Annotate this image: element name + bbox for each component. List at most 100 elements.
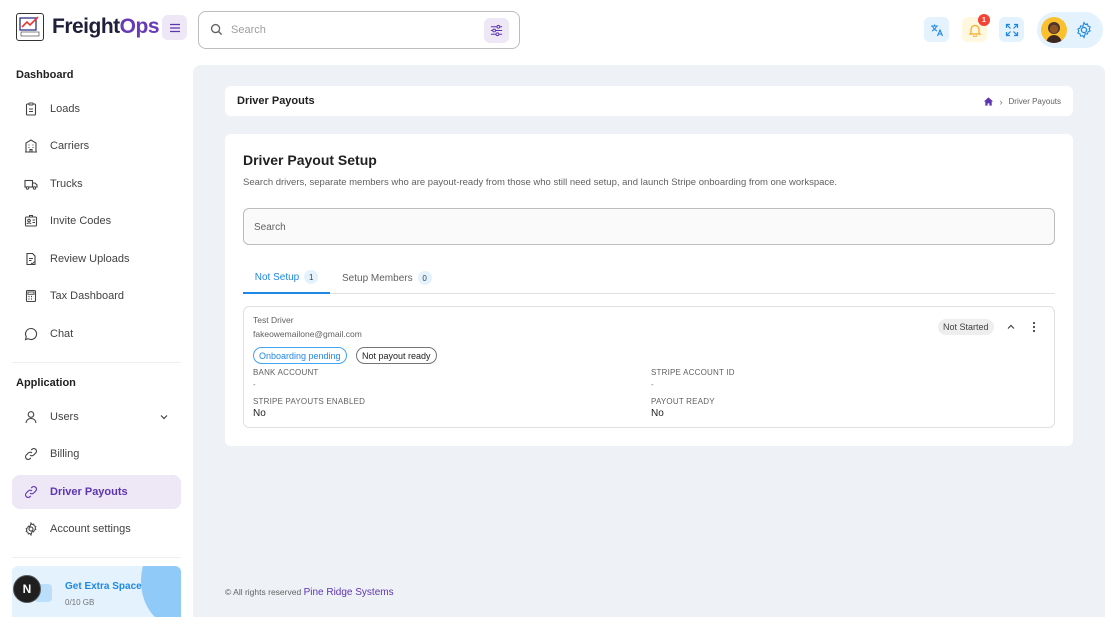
home-icon[interactable] — [983, 96, 994, 107]
filter-icon — [490, 24, 503, 37]
notification-count-badge: 1 — [978, 14, 990, 26]
fullscreen-icon — [1005, 23, 1018, 36]
sidebar-item-label: Chat — [50, 328, 74, 340]
driver-search-input[interactable]: Search — [243, 208, 1055, 245]
sidebar-item-review-uploads[interactable]: Review Uploads — [12, 242, 181, 276]
sidebar-item-label: Driver Payouts — [50, 486, 128, 498]
page-title: Driver Payout Setup — [243, 152, 377, 168]
search-filter-button[interactable] — [484, 18, 509, 43]
stripe-account-id-value: - — [651, 380, 654, 389]
logo-mark-icon — [16, 13, 44, 41]
sidebar: Dashboard Loads Carriers Trucks Invite C… — [0, 62, 193, 617]
top-header: FreightOps Search 1 — [0, 0, 1120, 62]
page-heading: Driver Payouts — [237, 95, 315, 107]
sidebar-item-billing[interactable]: Billing — [12, 437, 181, 471]
sidebar-section-dashboard: Dashboard — [16, 69, 74, 81]
n-badge-button[interactable]: N — [13, 575, 41, 603]
member-email: fakeowemailone@gmail.com — [253, 329, 362, 339]
bank-account-value: - — [253, 380, 256, 389]
page-description: Search drivers, separate members who are… — [243, 177, 838, 188]
gear-icon — [1077, 21, 1091, 39]
stripe-account-id-label: STRIPE ACCOUNT ID — [651, 368, 735, 377]
menu-toggle-button[interactable] — [162, 15, 187, 40]
stripe-payouts-enabled-label: STRIPE PAYOUTS ENABLED — [253, 397, 366, 406]
app-logo[interactable]: FreightOps — [16, 13, 160, 41]
payout-setup-card: Driver Payout Setup Search drivers, sepa… — [225, 134, 1073, 446]
breadcrumb-trail: › Driver Payouts — [983, 96, 1061, 107]
driver-search-placeholder: Search — [254, 222, 286, 233]
sidebar-divider — [12, 557, 181, 558]
sidebar-item-label: Loads — [50, 103, 80, 115]
extra-space-title: Get Extra Space — [65, 581, 142, 592]
tab-label: Not Setup — [254, 271, 300, 283]
collapse-button[interactable] — [1003, 319, 1019, 335]
more-actions-button[interactable] — [1026, 319, 1042, 335]
company-link[interactable]: Pine Ridge Systems — [304, 587, 394, 598]
tab-label: Setup Members — [342, 272, 413, 284]
truck-icon — [24, 179, 38, 190]
sidebar-item-chat[interactable]: Chat — [12, 317, 181, 351]
storage-usage: 0/10 GB — [65, 598, 95, 607]
clipboard-icon — [25, 102, 37, 116]
sidebar-item-loads[interactable]: Loads — [12, 92, 181, 126]
sidebar-item-driver-payouts[interactable]: Driver Payouts — [12, 475, 181, 509]
sidebar-item-label: Invite Codes — [50, 215, 112, 227]
chevron-up-icon — [1007, 324, 1015, 329]
user-icon — [25, 411, 37, 424]
sidebar-item-label: Review Uploads — [50, 253, 130, 265]
search-icon — [210, 23, 223, 36]
link-icon — [25, 448, 37, 460]
member-tabs: Not Setup 1 Setup Members 0 — [243, 262, 1055, 294]
sidebar-section-application: Application — [16, 377, 76, 389]
breadcrumb-current: Driver Payouts — [1008, 97, 1061, 106]
sidebar-item-label: Account settings — [50, 523, 131, 535]
id-card-icon — [24, 215, 38, 227]
sidebar-item-trucks[interactable]: Trucks — [12, 167, 181, 201]
decorative-blob — [141, 566, 181, 617]
link-icon — [25, 486, 37, 498]
fullscreen-button[interactable] — [999, 17, 1024, 42]
tab-not-setup[interactable]: Not Setup 1 — [243, 262, 330, 294]
notifications-button[interactable]: 1 — [962, 14, 990, 42]
sidebar-item-account-settings[interactable]: Account settings — [12, 512, 181, 546]
chevron-down-icon — [160, 415, 168, 420]
tab-setup-members[interactable]: Setup Members 0 — [342, 262, 432, 294]
global-search-placeholder: Search — [231, 24, 266, 36]
menu-icon — [169, 23, 180, 32]
calculator-icon — [25, 289, 37, 303]
gear-icon — [25, 522, 37, 536]
building-icon — [25, 139, 37, 153]
profile-menu-button[interactable] — [1037, 12, 1103, 48]
member-name: Test Driver — [253, 315, 294, 325]
payout-ready-label: PAYOUT READY — [651, 397, 715, 406]
bank-account-label: BANK ACCOUNT — [253, 368, 319, 377]
breadcrumb: Driver Payouts › Driver Payouts — [225, 86, 1073, 116]
global-search-input[interactable]: Search — [198, 11, 520, 49]
sidebar-item-tax-dashboard[interactable]: Tax Dashboard — [12, 279, 181, 313]
stripe-payouts-enabled-value: No — [253, 408, 266, 419]
sidebar-item-label: Tax Dashboard — [50, 290, 124, 302]
main-content: Driver Payouts › Driver Payouts Driver P… — [193, 65, 1105, 617]
sidebar-item-carriers[interactable]: Carriers — [12, 129, 181, 163]
more-vert-icon — [1032, 321, 1036, 333]
translate-button[interactable] — [924, 17, 949, 42]
app-name: FreightOps — [52, 15, 160, 38]
sidebar-item-users[interactable]: Users — [12, 400, 181, 434]
document-check-icon — [26, 252, 36, 266]
chat-icon — [24, 327, 38, 341]
footer: © All rights reserved Pine Ridge Systems — [225, 587, 394, 598]
chevron-right-icon: › — [999, 96, 1003, 107]
sidebar-divider — [12, 362, 181, 363]
avatar — [1041, 17, 1067, 43]
translate-icon — [930, 24, 943, 36]
copyright-text: © All rights reserved — [225, 587, 302, 597]
member-card: Test Driver fakeowemailone@gmail.com Onb… — [243, 306, 1055, 428]
sidebar-item-invite-codes[interactable]: Invite Codes — [12, 204, 181, 238]
tab-count-badge: 0 — [417, 271, 432, 285]
payout-ready-value: No — [651, 408, 664, 419]
sidebar-item-label: Trucks — [50, 178, 83, 190]
onboarding-status-chip: Onboarding pending — [253, 347, 347, 364]
sidebar-item-label: Carriers — [50, 140, 90, 152]
status-badge: Not Started — [938, 319, 994, 335]
sidebar-item-label: Users — [50, 411, 79, 423]
